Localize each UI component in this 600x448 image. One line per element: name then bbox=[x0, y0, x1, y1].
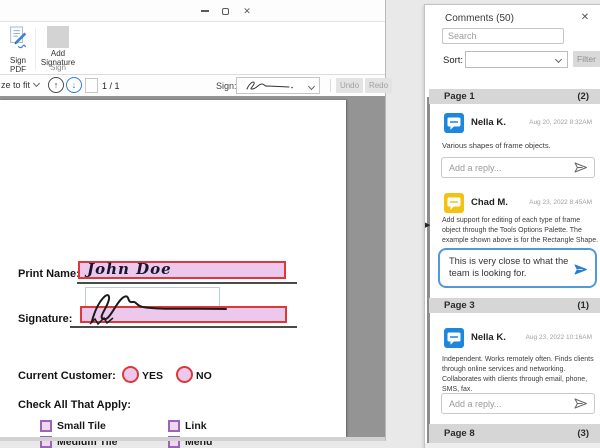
reply-input[interactable] bbox=[441, 393, 595, 414]
filter-label: Filter bbox=[577, 54, 596, 64]
section-label: Page 8 bbox=[444, 428, 475, 439]
comments-panel-close-button[interactable]: ✕ bbox=[577, 10, 593, 24]
add-signature-button[interactable]: Add Signature bbox=[39, 26, 77, 67]
comment-author-icon bbox=[444, 113, 464, 133]
view-toolbar: ze to fit ↑ ↓ 1 / 1 Sign: Undo Redo bbox=[0, 75, 392, 96]
speech-bubble-icon bbox=[447, 197, 461, 210]
zoom-dropdown-value: ze to fit bbox=[1, 80, 31, 90]
comment-author: Nella K. bbox=[471, 117, 506, 128]
comment-author-icon bbox=[444, 328, 464, 348]
sign-pdf-icon bbox=[10, 26, 27, 49]
section-header-page-3[interactable]: Page 3 (1) bbox=[429, 298, 600, 313]
speech-bubble-icon bbox=[447, 332, 461, 345]
send-icon[interactable] bbox=[574, 398, 588, 409]
comment-timestamp: Aug 23, 2022 8:45AM bbox=[529, 199, 592, 206]
print-name-value: John Doe bbox=[87, 260, 172, 278]
current-customer-label: Current Customer: bbox=[18, 370, 116, 382]
sign-combo-label: Sign: bbox=[216, 81, 237, 91]
reply-draft-text: This is very close to what the team is l… bbox=[449, 256, 569, 278]
pdf-app-window: ✕ Sign PDF Add Signature Sign ze to fit … bbox=[0, 0, 392, 448]
signature-preview-icon bbox=[246, 81, 293, 90]
signature-style-dropdown[interactable] bbox=[236, 77, 320, 94]
checkbox-small-tile[interactable] bbox=[40, 420, 52, 432]
next-page-button[interactable]: ↓ bbox=[66, 77, 82, 93]
comment-body: Add support for editing of each type of … bbox=[442, 217, 599, 244]
ribbon-group-sign-label: Sign bbox=[49, 63, 66, 72]
radio-no-label: NO bbox=[196, 370, 212, 382]
close-icon: ✕ bbox=[243, 5, 251, 16]
signature-scribble[interactable] bbox=[80, 287, 230, 329]
comment-author: Chad M. bbox=[471, 197, 508, 208]
section-header-page-1[interactable]: Page 1 (2) bbox=[429, 89, 600, 104]
comment-author-icon bbox=[444, 193, 464, 213]
speech-bubble-icon bbox=[447, 117, 461, 130]
sort-dropdown[interactable] bbox=[465, 51, 568, 68]
close-button[interactable]: ✕ bbox=[234, 0, 260, 22]
page-indicator: 1 / 1 bbox=[102, 81, 120, 91]
radio-no[interactable] bbox=[176, 366, 193, 383]
ribbon: Sign PDF Add Signature Sign bbox=[0, 22, 385, 75]
redo-button[interactable]: Redo bbox=[365, 78, 392, 93]
panel-collapse-arrow-icon[interactable]: ▶ bbox=[425, 222, 430, 229]
maximize-icon bbox=[221, 7, 229, 15]
print-name-field[interactable]: John Doe bbox=[78, 260, 286, 279]
check-all-label: Check All That Apply: bbox=[18, 399, 131, 411]
print-name-label: Print Name: bbox=[18, 268, 80, 280]
page-number-input[interactable] bbox=[85, 78, 98, 93]
section-header-page-8[interactable]: Page 8 (3) bbox=[429, 424, 600, 443]
section-count: (2) bbox=[577, 91, 589, 102]
comment-body: Various shapes of frame objects. bbox=[442, 141, 551, 150]
arrow-down-icon: ↓ bbox=[71, 80, 77, 90]
reply-box bbox=[441, 393, 595, 414]
undo-label: Undo bbox=[339, 81, 360, 90]
ribbon-divider bbox=[35, 28, 36, 70]
undo-button[interactable]: Undo bbox=[336, 78, 363, 93]
comment-body: Independent. Works remotely often. Finds… bbox=[442, 356, 594, 393]
sign-pdf-label: Sign PDF bbox=[9, 56, 26, 75]
comment-author: Nella K. bbox=[471, 332, 506, 343]
chevron-down-icon bbox=[307, 82, 316, 91]
sign-pdf-button[interactable]: Sign PDF bbox=[2, 26, 34, 74]
comments-panel-title: Comments (50) bbox=[445, 13, 514, 24]
panel-bottom-strip bbox=[425, 443, 600, 448]
titlebar: ✕ bbox=[0, 0, 385, 22]
pdf-page: Print Name: John Doe Signature: Current … bbox=[0, 100, 346, 448]
arrow-up-icon: ↑ bbox=[53, 80, 59, 90]
section-count: (1) bbox=[577, 300, 589, 311]
radio-yes-label: YES bbox=[142, 370, 164, 382]
close-icon: ✕ bbox=[580, 11, 590, 23]
section-label: Page 1 bbox=[444, 91, 475, 102]
search-input[interactable] bbox=[442, 28, 564, 44]
previous-page-button[interactable]: ↑ bbox=[48, 77, 64, 93]
print-name-line bbox=[77, 282, 297, 284]
signature-line bbox=[70, 326, 297, 328]
send-icon[interactable] bbox=[574, 264, 588, 275]
panel-scrollbar[interactable] bbox=[427, 97, 430, 448]
send-icon[interactable] bbox=[574, 162, 588, 173]
comment-timestamp: Aug 20, 2022 8:32AM bbox=[529, 119, 592, 126]
document-viewer: Print Name: John Doe Signature: Current … bbox=[0, 96, 385, 448]
chevron-down-icon bbox=[554, 55, 563, 64]
reply-input[interactable] bbox=[441, 157, 595, 178]
checkbox-label: Small Tile bbox=[57, 420, 106, 432]
section-label: Page 3 bbox=[444, 300, 475, 311]
filter-button[interactable]: Filter bbox=[573, 51, 600, 67]
screen: ✕ Sign PDF Add Signature Sign ze to fit … bbox=[0, 0, 600, 448]
toolbar-separator bbox=[330, 79, 331, 92]
comments-panel: ▶ Comments (50) ✕ Sort: Filter Page 1 (2… bbox=[424, 4, 600, 448]
redo-label: Redo bbox=[368, 81, 389, 90]
add-signature-icon bbox=[47, 26, 69, 48]
reply-draft-box[interactable]: This is very close to what the team is l… bbox=[438, 248, 597, 288]
signature-label: Signature: bbox=[18, 313, 73, 325]
minimize-icon bbox=[201, 10, 209, 12]
checkbox-link[interactable] bbox=[168, 420, 180, 432]
comment-timestamp: Aug 23, 2022 10:16AM bbox=[525, 334, 593, 341]
window-bottom-strip bbox=[0, 437, 385, 441]
sort-label: Sort: bbox=[443, 55, 464, 66]
checkbox-label: Link bbox=[185, 420, 207, 432]
reply-box bbox=[441, 157, 595, 178]
section-count: (3) bbox=[577, 428, 589, 439]
radio-yes[interactable] bbox=[122, 366, 139, 383]
chevron-down-icon bbox=[32, 79, 41, 88]
